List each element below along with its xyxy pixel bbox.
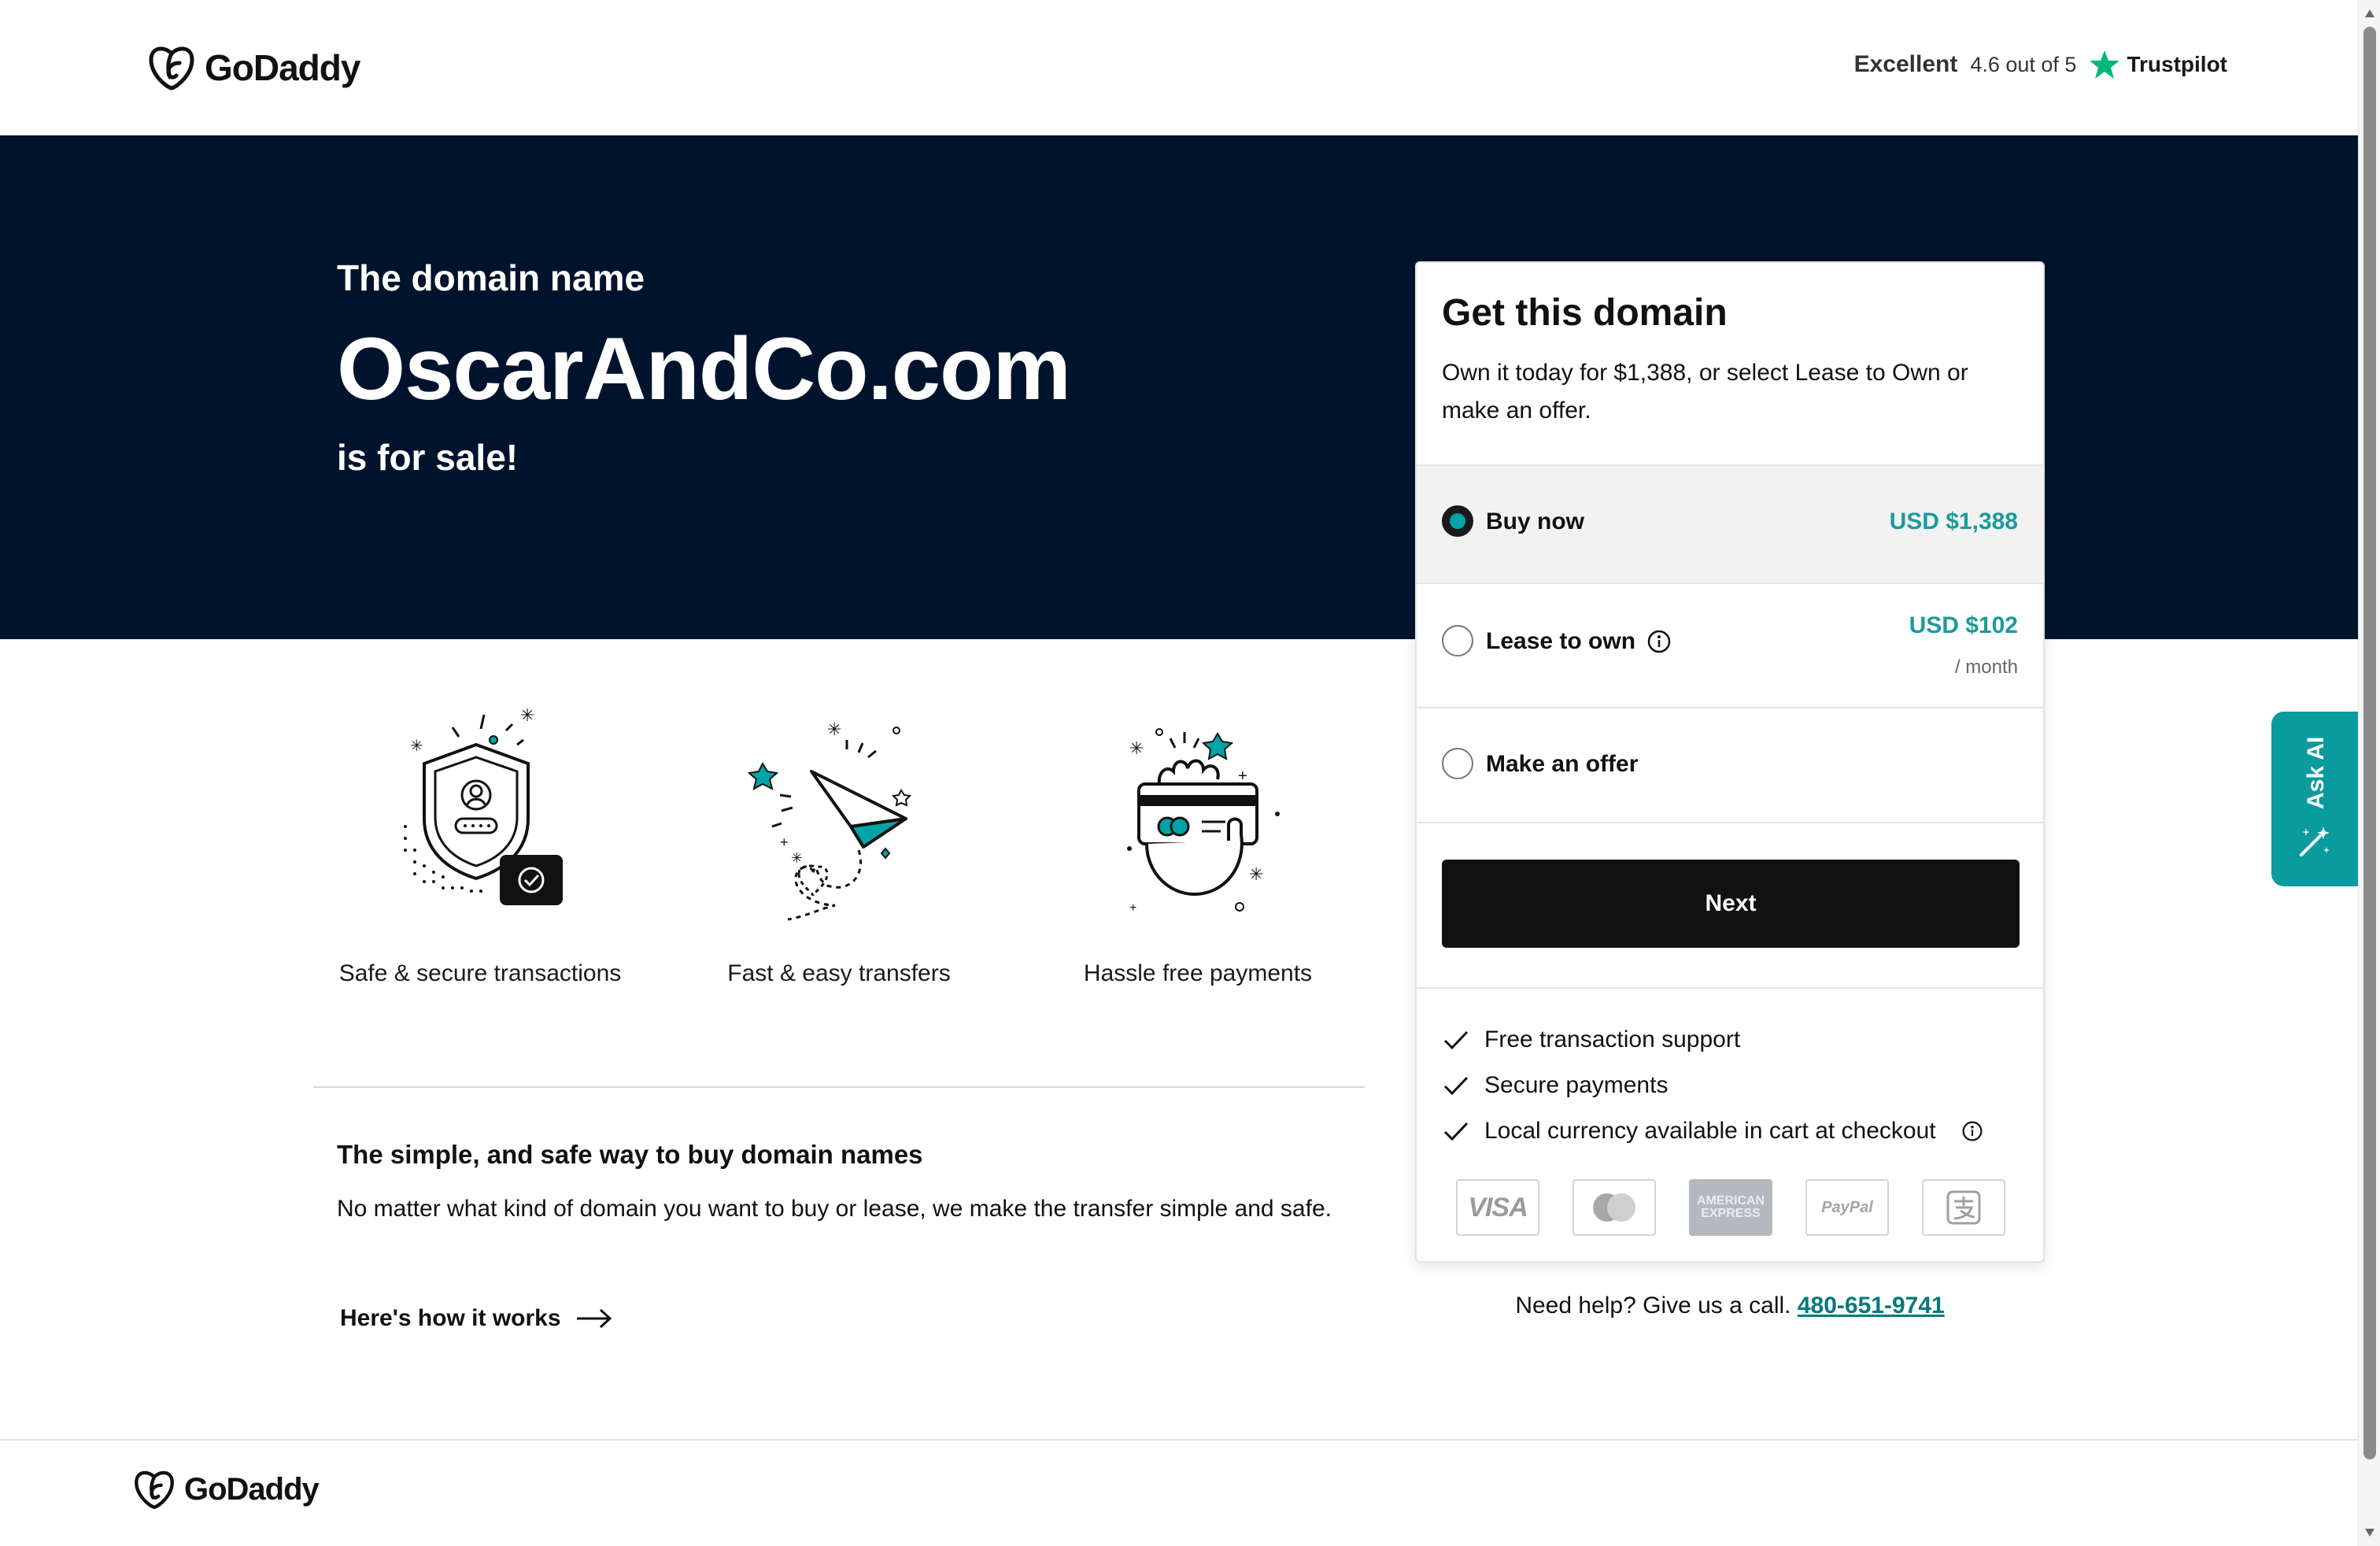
page-scrollbar[interactable] (2358, 0, 2380, 1546)
info-icon[interactable] (1961, 1120, 1983, 1142)
help-text: Need help? Give us a call. (1515, 1293, 1791, 1319)
rating-word: Excellent (1853, 51, 1958, 77)
domain-name: OscarAndCo.com (337, 320, 1071, 418)
phone-link[interactable]: 480-651-9741 (1798, 1293, 1945, 1319)
help-line: Need help? Give us a call. 480-651-9741 (1415, 1293, 2045, 1319)
option-label: Make an offer (1486, 751, 1639, 777)
amex-icon: AMERICAN EXPRESS (1689, 1179, 1772, 1236)
paypal-icon: PayPal (1805, 1179, 1889, 1236)
benefit-item: Free transaction support (1442, 1017, 1983, 1063)
svg-text:✳: ✳ (1129, 738, 1144, 758)
feature-caption: Safe & secure transactions (338, 960, 622, 986)
hero-pre-text: The domain name (337, 257, 645, 298)
feature-caption: Hassle free payments (1083, 960, 1313, 986)
info-body: No matter what kind of domain you want t… (337, 1196, 1332, 1222)
svg-text:+: + (1129, 901, 1136, 915)
trustpilot-rating[interactable]: Excellent 4.6 out of 5 Trustpilot (1854, 49, 2227, 80)
option-price: USD $102 (1909, 612, 2018, 638)
rating-score: 4.6 out of 5 (1970, 52, 2077, 76)
info-icon[interactable] (1646, 629, 1672, 654)
benefit-item: Local currency available in cart at chec… (1442, 1108, 1983, 1154)
option-buy-now[interactable]: Buy now USD $1,388 (1417, 464, 2043, 583)
benefit-text: Secure payments (1484, 1072, 1669, 1098)
option-make-offer[interactable]: Make an offer (1417, 707, 2043, 822)
site-header: GoDaddy Excellent 4.6 out of 5 Trustpilo… (0, 0, 2358, 135)
option-price-period: / month (1954, 656, 2018, 678)
option-label: Lease to own (1486, 628, 1636, 654)
mastercard-icon (1572, 1179, 1656, 1236)
option-lease-to-own[interactable]: Lease to own USD $102 / month (1417, 583, 2043, 707)
feature-payments: ✳ + ✳ + Hassle free payments (1033, 708, 1363, 987)
paper-plane-icon: ✳ + ✳ (747, 719, 912, 921)
brand-name: GoDaddy (184, 1471, 320, 1507)
checkmark-icon (1443, 1122, 1469, 1141)
magic-wand-icon (2300, 827, 2330, 856)
checkmark-icon (1443, 1030, 1469, 1050)
how-it-works-label: Here's how it works (340, 1305, 561, 1331)
feature-caption: Fast & easy transfers (727, 960, 951, 986)
benefit-item: Secure payments (1442, 1063, 1983, 1108)
option-label: Buy now (1486, 509, 1584, 534)
benefits-list: Free transaction support Secure payments… (1442, 1017, 1983, 1154)
section-divider (313, 1086, 1365, 1088)
feature-secure: ✳ ✳ Safe & secure transactions (315, 708, 645, 987)
option-divider (1417, 822, 2043, 823)
trustpilot-star-icon (2090, 50, 2120, 79)
ask-ai-tab[interactable]: Ask AI (2271, 712, 2358, 886)
footer-godaddy-logo[interactable]: GoDaddy (132, 1467, 320, 1511)
radio-lease-to-own[interactable] (1442, 625, 1473, 656)
checkmark-icon (1443, 1076, 1469, 1096)
footer-divider (0, 1439, 2358, 1441)
scroll-down-icon[interactable] (2365, 1529, 2374, 1537)
how-it-works-link[interactable]: Here's how it works (340, 1305, 613, 1332)
info-heading: The simple, and safe way to buy domain n… (337, 1140, 923, 1169)
benefit-text: Local currency available in cart at chec… (1484, 1118, 1936, 1144)
arrow-right-icon (576, 1308, 612, 1329)
visa-icon: VISA (1456, 1179, 1539, 1236)
godaddy-logo-icon (149, 46, 194, 91)
scrollbar-thumb[interactable] (2363, 27, 2376, 1459)
radio-buy-now[interactable] (1442, 505, 1473, 537)
card-title: Get this domain (1442, 292, 1728, 334)
radio-make-offer[interactable] (1442, 748, 1473, 779)
alipay-icon (1922, 1179, 2005, 1236)
svg-text:✳: ✳ (410, 738, 423, 755)
svg-text:+: + (780, 834, 789, 850)
trustpilot-brand: Trustpilot (2127, 52, 2227, 76)
godaddy-logo-icon (135, 1470, 174, 1510)
shield-icon: ✳ ✳ (404, 708, 563, 905)
brand-name: GoDaddy (205, 47, 360, 88)
svg-text:✳: ✳ (520, 708, 534, 725)
card-description: Own it today for $1,388, or select Lease… (1442, 360, 1968, 423)
svg-text:✳: ✳ (827, 719, 841, 739)
card-divider (1417, 987, 2043, 989)
option-price: USD $1,388 (1889, 509, 2018, 534)
feature-transfer: ✳ + ✳ Fast & easy transfers (674, 708, 1004, 987)
svg-text:✳: ✳ (1249, 864, 1263, 884)
scroll-up-icon[interactable] (2365, 9, 2374, 17)
hero-post-text: is for sale! (337, 437, 519, 478)
svg-text:+: + (1238, 767, 1247, 785)
next-button[interactable]: Next (1442, 860, 2020, 948)
benefit-text: Free transaction support (1484, 1026, 1741, 1052)
godaddy-logo[interactable]: GoDaddy (146, 43, 360, 93)
svg-text:✳: ✳ (791, 850, 803, 866)
payment-methods: VISA AMERICAN EXPRESS PayPal (1456, 1179, 2005, 1236)
ask-ai-label: Ask AI (2303, 736, 2329, 809)
purchase-card: Get this domain Own it today for $1,388,… (1415, 261, 2045, 1263)
card-hand-icon: ✳ + ✳ + (1127, 728, 1280, 915)
